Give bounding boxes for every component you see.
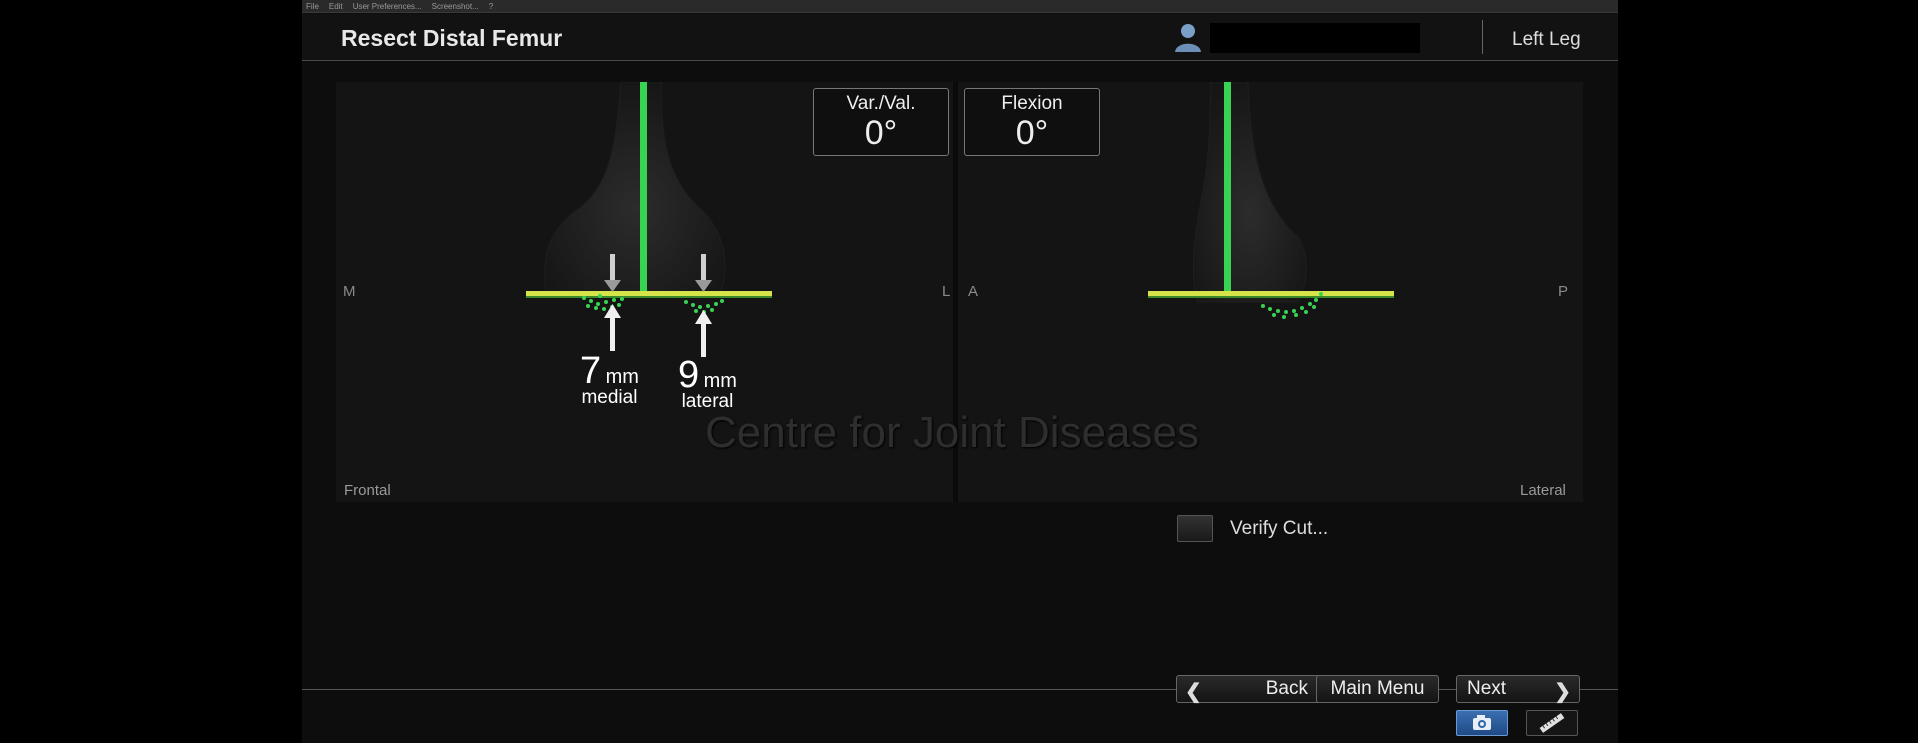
femur-shape (544, 82, 726, 293)
next-label: Next (1467, 678, 1507, 699)
leg-label: Left Leg (1512, 29, 1581, 50)
mechanical-axis-line-lateral (1224, 82, 1231, 295)
page-title: Resect Distal Femur (341, 25, 563, 51)
medial-unit: mm (605, 366, 639, 388)
verify-cut-checkbox[interactable] (1177, 515, 1213, 542)
lateral-unit: mm (703, 370, 737, 392)
axis-label-lateral: L (942, 283, 951, 300)
lateral-measurement: 9 mm lateral (678, 354, 737, 413)
header-divider (1482, 20, 1483, 54)
menu-file[interactable]: File (306, 2, 319, 11)
main-menu-label: Main Menu (1330, 678, 1425, 699)
flexion-label: Flexion (1001, 93, 1063, 114)
user-icon (1175, 24, 1201, 52)
camera-icon (1473, 715, 1491, 730)
medial-side-label: medial (581, 387, 638, 408)
main-menu-button[interactable]: Main Menu (1316, 675, 1439, 703)
ruler-icon (1539, 713, 1565, 733)
chevron-left-icon: ❮ (1185, 681, 1202, 703)
flexion-value: 0° (1015, 114, 1049, 152)
axis-label-anterior: A (968, 283, 979, 300)
femur-shape-lateral (1192, 82, 1307, 303)
measure-button[interactable] (1526, 710, 1578, 736)
watermark: Centre for Joint Diseases (705, 408, 1199, 457)
medial-measurement: 7 mm medial (580, 350, 639, 409)
back-label: Back (1265, 678, 1308, 699)
lateral-value: 9 (678, 354, 700, 396)
axis-label-medial: M (343, 283, 356, 300)
view-label-frontal: Frontal (344, 482, 391, 499)
menu-user-preferences[interactable]: User Preferences... (353, 2, 422, 11)
menu-edit[interactable]: Edit (329, 2, 343, 11)
menu-help[interactable]: ? (489, 2, 493, 11)
next-button[interactable]: Next ❯ (1456, 675, 1580, 703)
medial-value: 7 (580, 350, 602, 392)
screenshot-button[interactable] (1456, 710, 1508, 736)
varus-valgus-value: 0° (864, 114, 898, 152)
user-name-field (1210, 23, 1420, 53)
chevron-right-icon: ❯ (1554, 681, 1571, 703)
app-window: File Edit User Preferences... Screenshot… (302, 0, 1618, 743)
verify-cut-label[interactable]: Verify Cut... (1230, 518, 1328, 540)
header: Resect Distal Femur Left Leg (302, 14, 1618, 61)
back-button[interactable]: ❮ Back (1176, 675, 1321, 703)
menu-bar: File Edit User Preferences... Screenshot… (302, 0, 1618, 13)
axis-label-posterior: P (1558, 283, 1569, 300)
menu-screenshot[interactable]: Screenshot... (432, 2, 479, 11)
varus-valgus-label: Var./Val. (846, 93, 916, 114)
mechanical-axis-line (640, 82, 647, 295)
flexion-readout: Flexion 0° (964, 88, 1100, 156)
view-label-lateral: Lateral (1520, 482, 1566, 499)
varus-valgus-readout: Var./Val. 0° (813, 88, 949, 156)
